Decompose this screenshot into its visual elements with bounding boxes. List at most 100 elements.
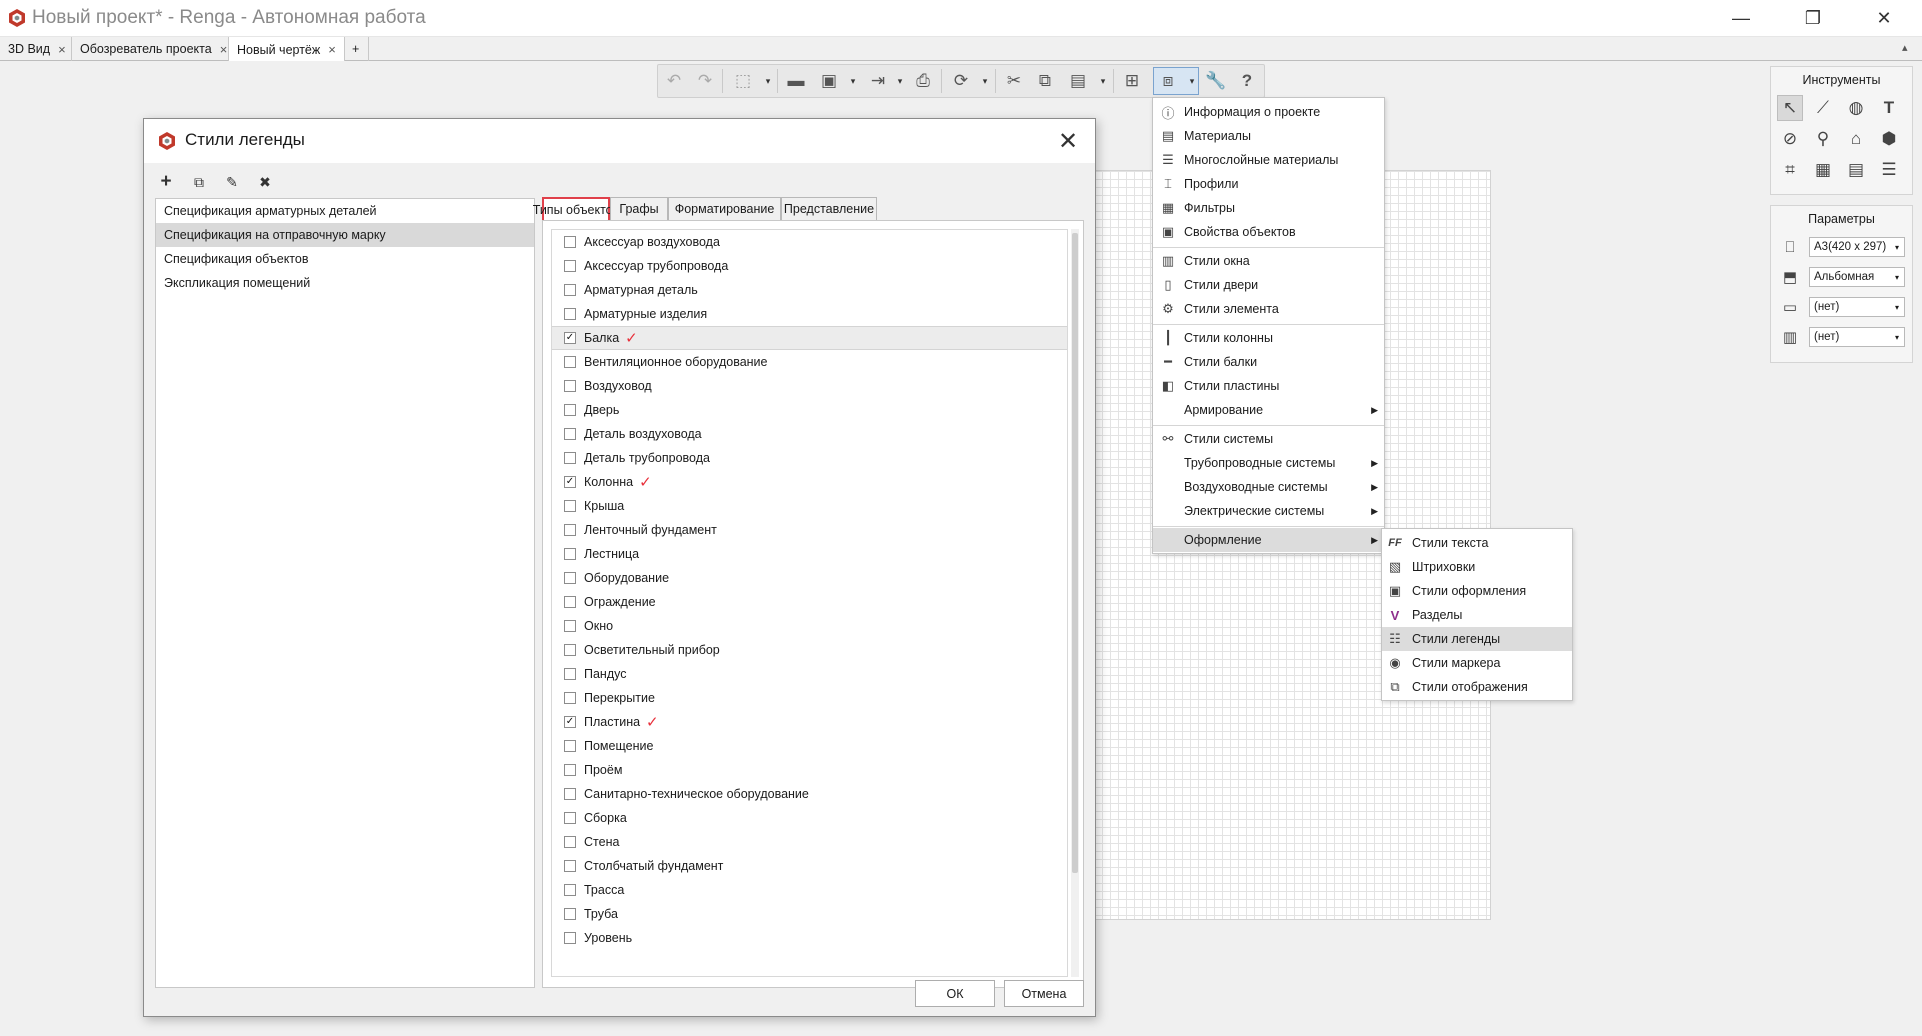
dropdown-arrow-icon[interactable]: ▾ — [1098, 70, 1108, 92]
menu-item[interactable]: ⓘ Информация о проекте — [1153, 100, 1384, 124]
grid-tool-icon[interactable]: ▤ — [1843, 157, 1869, 183]
object-type-checkbox[interactable] — [564, 572, 576, 584]
copy-icon[interactable]: ⧉ — [1033, 69, 1057, 93]
sync-icon[interactable]: ⟳ — [949, 69, 973, 93]
object-type-row[interactable]: Помещение — [552, 734, 1067, 758]
legend-style-item[interactable]: Спецификация на отправочную марку — [156, 223, 534, 247]
legend-style-item[interactable]: Спецификация арматурных деталей — [156, 199, 534, 223]
object-type-row[interactable]: ✓ Балка ✓ — [552, 326, 1067, 350]
dropdown-arrow-icon[interactable]: ▾ — [848, 70, 858, 92]
minimize-button[interactable]: — — [1711, 0, 1771, 37]
submenu-item[interactable]: ⧉ Стили отображения — [1382, 675, 1572, 699]
param-select[interactable]: Альбомная ▾ — [1809, 267, 1905, 287]
object-type-checkbox[interactable] — [564, 668, 576, 680]
close-tab-icon[interactable]: × — [328, 42, 336, 57]
dropdown-arrow-icon[interactable]: ▾ — [763, 70, 773, 92]
object-type-row[interactable]: Воздуховод — [552, 374, 1067, 398]
object-type-checkbox[interactable] — [564, 236, 576, 248]
submenu-item[interactable]: FF Стили текста — [1382, 531, 1572, 555]
styles-menu-icon[interactable]: ⧈ — [1156, 69, 1180, 93]
object-type-row[interactable]: Перекрытие — [552, 686, 1067, 710]
object-type-row[interactable]: Арматурные изделия — [552, 302, 1067, 326]
help-icon[interactable]: ? — [1235, 69, 1259, 93]
object-type-row[interactable]: Сборка — [552, 806, 1067, 830]
object-type-checkbox[interactable] — [564, 620, 576, 632]
dialog-close-button[interactable]: ✕ — [1051, 125, 1085, 157]
save-icon[interactable]: ▣ — [817, 69, 841, 93]
menu-item[interactable]: ┃ Стили колонны — [1153, 326, 1384, 350]
object-type-row[interactable]: Уровень — [552, 926, 1067, 950]
open-folder-icon[interactable]: ▬ — [784, 69, 808, 93]
object-type-checkbox[interactable] — [564, 860, 576, 872]
object-type-row[interactable]: Деталь воздуховода — [552, 422, 1067, 446]
param-select[interactable]: (нет) ▾ — [1809, 297, 1905, 317]
menu-item[interactable]: ⚙ Стили элемента — [1153, 297, 1384, 321]
object-type-row[interactable]: ✓ Колонна ✓ — [552, 470, 1067, 494]
menu-item[interactable]: ◧ Стили пластины — [1153, 374, 1384, 398]
redo-icon[interactable]: ↷ — [693, 69, 717, 93]
menu-item[interactable]: ▦ Фильтры — [1153, 196, 1384, 220]
object-type-row[interactable]: Проём — [552, 758, 1067, 782]
print-icon[interactable]: ⎙ — [911, 69, 935, 93]
object-type-checkbox[interactable] — [564, 908, 576, 920]
object-type-row[interactable]: Труба — [552, 902, 1067, 926]
menu-item[interactable]: Армирование ▶ — [1153, 398, 1384, 422]
line-icon[interactable]: ⟋ — [1810, 95, 1836, 121]
menu-item[interactable]: ☰ Многослойные материалы — [1153, 148, 1384, 172]
object-type-checkbox[interactable] — [564, 596, 576, 608]
menu-item[interactable]: ▣ Свойства объектов — [1153, 220, 1384, 244]
object-type-row[interactable]: Лестница — [552, 542, 1067, 566]
object-type-checkbox[interactable] — [564, 524, 576, 536]
object-type-checkbox[interactable] — [564, 836, 576, 848]
dropdown-arrow-icon[interactable]: ▾ — [1187, 70, 1197, 92]
object-type-row[interactable]: Арматурная деталь — [552, 278, 1067, 302]
3d-object-icon[interactable]: ⬢ — [1876, 126, 1902, 152]
object-type-checkbox[interactable] — [564, 692, 576, 704]
tab-project-explorer[interactable]: Обозреватель проекта × — [72, 37, 229, 61]
view-tool-icon[interactable]: ⌂ — [1843, 126, 1869, 152]
object-type-row[interactable]: Осветительный прибор — [552, 638, 1067, 662]
marker-tool-icon[interactable]: ⚲ — [1810, 126, 1836, 152]
object-type-row[interactable]: Деталь трубопровода — [552, 446, 1067, 470]
add-icon[interactable]: + — [155, 171, 177, 193]
object-type-row[interactable]: Аксессуар трубопровода — [552, 254, 1067, 278]
export-icon[interactable]: ⇥ — [866, 69, 890, 93]
object-type-checkbox[interactable] — [564, 812, 576, 824]
object-type-row[interactable]: Пандус — [552, 662, 1067, 686]
object-type-checkbox[interactable] — [564, 788, 576, 800]
param-select[interactable]: А3(420 x 297) ▾ — [1809, 237, 1905, 257]
object-type-checkbox[interactable] — [564, 404, 576, 416]
paste-icon[interactable]: ▤ — [1066, 69, 1090, 93]
object-type-row[interactable]: Трасса — [552, 878, 1067, 902]
menu-item[interactable]: Оформление ▶ — [1153, 528, 1384, 552]
menu-item[interactable]: Трубопроводные системы ▶ — [1153, 451, 1384, 475]
tab-columns[interactable]: Графы — [610, 197, 668, 221]
submenu-item[interactable]: ☷ Стили легенды — [1382, 627, 1572, 651]
submenu-item[interactable]: ▣ Стили оформления — [1382, 579, 1572, 603]
3d-view-icon[interactable]: ⬚ — [731, 69, 755, 93]
object-type-row[interactable]: Аксессуар воздуховода — [552, 230, 1067, 254]
add-tab-button[interactable]: + — [345, 37, 369, 61]
object-type-checkbox[interactable]: ✓ — [564, 476, 576, 488]
object-type-row[interactable]: Стена — [552, 830, 1067, 854]
menu-item[interactable]: ▤ Материалы — [1153, 124, 1384, 148]
legend-style-item[interactable]: Экспликация помещений — [156, 271, 534, 295]
undo-icon[interactable]: ↶ — [662, 69, 686, 93]
menu-item[interactable]: ▥ Стили окна — [1153, 249, 1384, 273]
tab-object-types[interactable]: Типы объектов — [533, 197, 619, 222]
legend-tool-icon[interactable]: ☰ — [1876, 157, 1902, 183]
object-type-checkbox[interactable] — [564, 260, 576, 272]
duplicate-icon[interactable]: ⧉ — [188, 171, 210, 193]
dropdown-arrow-icon[interactable]: ▾ — [980, 70, 990, 92]
submenu-item[interactable]: V Разделы — [1382, 603, 1572, 627]
delete-icon[interactable]: ✖ — [254, 171, 276, 193]
menu-item[interactable]: ▯ Стили двери — [1153, 273, 1384, 297]
submenu-item[interactable]: ▧ Штриховки — [1382, 555, 1572, 579]
frame-tool-icon[interactable]: ⌗ — [1777, 157, 1803, 183]
object-type-checkbox[interactable] — [564, 428, 576, 440]
object-type-checkbox[interactable] — [564, 452, 576, 464]
hatch-tool-icon[interactable]: ◍ — [1843, 95, 1869, 121]
object-type-row[interactable]: Дверь — [552, 398, 1067, 422]
object-type-checkbox[interactable] — [564, 380, 576, 392]
menu-item[interactable]: Воздуховодные системы ▶ — [1153, 475, 1384, 499]
